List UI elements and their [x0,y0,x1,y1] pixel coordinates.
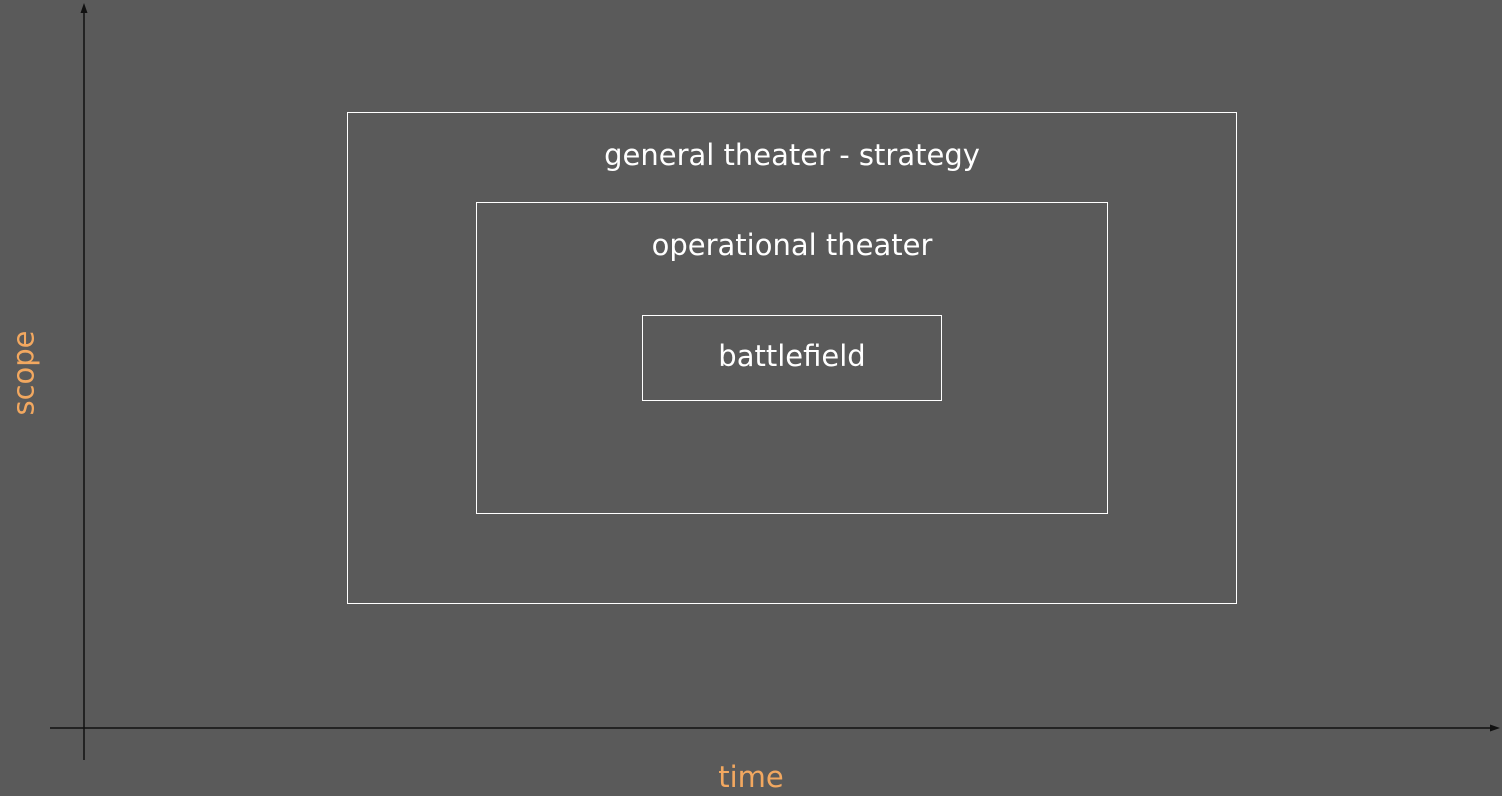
diagram-canvas: general theater - strategy operational t… [0,0,1502,796]
general-theater-label: general theater - strategy [604,138,980,172]
operational-theater-label: operational theater [651,228,933,262]
x-axis-label: time [718,760,784,794]
battlefield-label: battlefield [718,339,866,373]
y-axis-label: scope [6,330,41,416]
y-axis-arrow-icon [80,3,88,13]
battlefield-box: battlefield [642,315,942,401]
x-axis-arrow-icon [1490,724,1500,732]
